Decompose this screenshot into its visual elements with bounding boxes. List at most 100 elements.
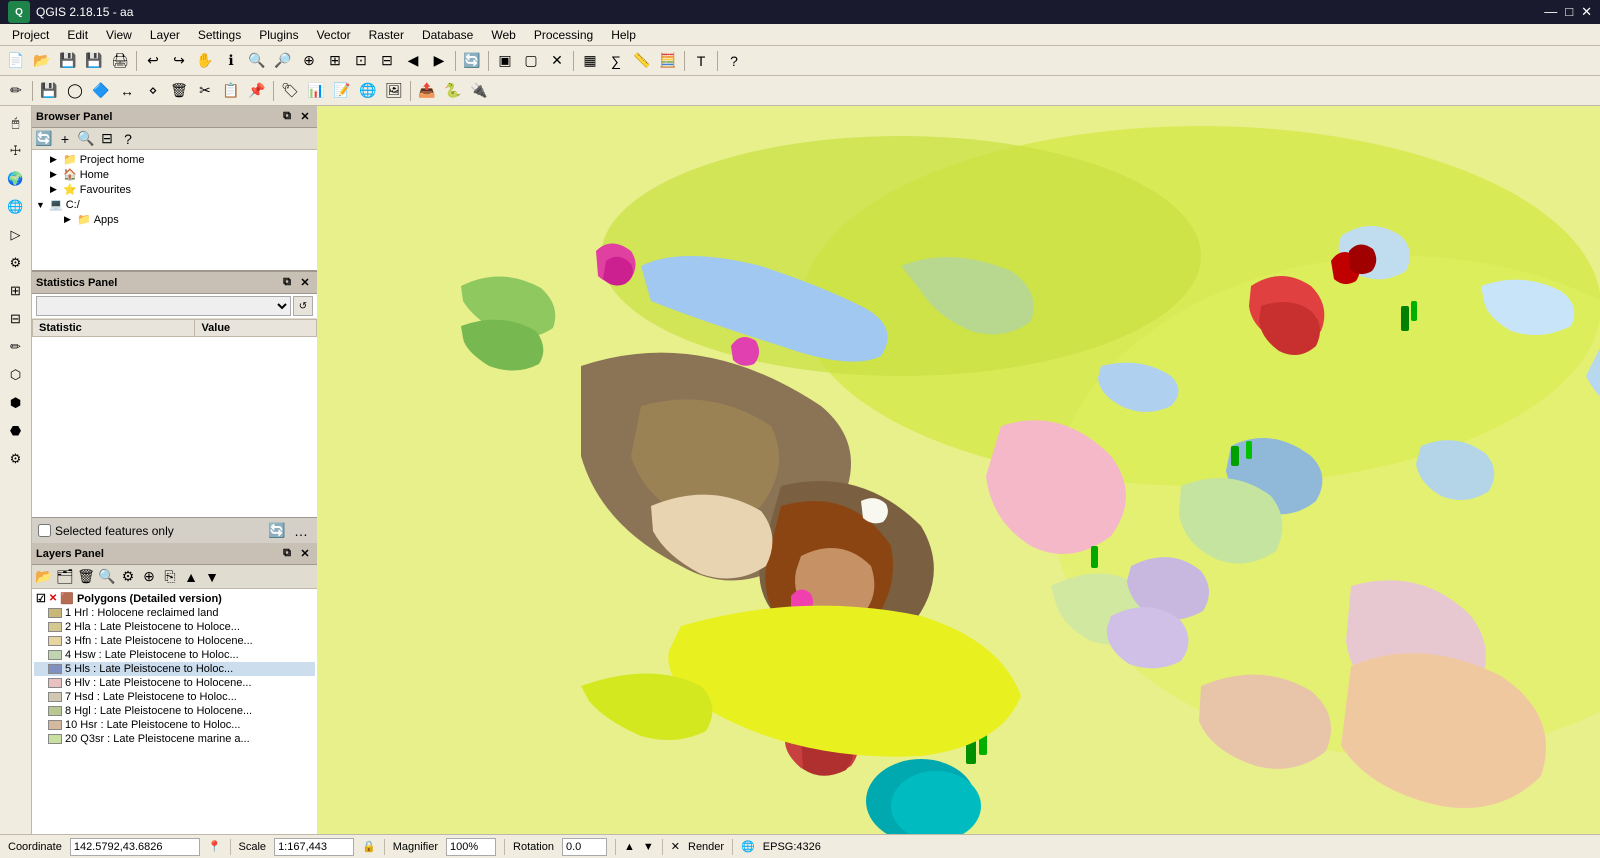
layer-item-7[interactable]: 7 Hsd : Late Pleistocene to Holoc...: [34, 690, 315, 704]
calculator-button[interactable]: 🧮: [656, 49, 680, 73]
stats-options-button[interactable]: …: [291, 521, 311, 541]
browser-item-favourites[interactable]: ▶ ⭐ Favourites: [36, 182, 313, 197]
select-feature-button[interactable]: ▣: [493, 49, 517, 73]
selected-features-checkbox[interactable]: [38, 524, 51, 537]
stats-field-select[interactable]: [36, 296, 291, 316]
layer-item-4[interactable]: 4 Hsw : Late Pleistocene to Holoc...: [34, 648, 315, 662]
menu-raster[interactable]: Raster: [361, 26, 412, 44]
select-rect-button[interactable]: ▢: [519, 49, 543, 73]
layer-item-6[interactable]: 6 Hlv : Late Pleistocene to Holocene...: [34, 676, 315, 690]
stats-close-icon[interactable]: ✕: [297, 275, 313, 291]
menu-layer[interactable]: Layer: [142, 26, 188, 44]
undo-button[interactable]: ↩: [141, 49, 165, 73]
statistics-button[interactable]: ∑: [604, 49, 628, 73]
print-button[interactable]: 🖨: [108, 49, 132, 73]
zoom-layer-button[interactable]: ⊞: [323, 49, 347, 73]
redo-button[interactable]: ↪: [167, 49, 191, 73]
browser-item-c[interactable]: ▼ 💻 C:/: [36, 197, 313, 212]
label-tool-button[interactable]: T: [689, 49, 713, 73]
open-project-button[interactable]: 📂: [30, 49, 54, 73]
minimize-button[interactable]: —: [1544, 4, 1557, 20]
map-area[interactable]: [317, 106, 1600, 834]
layer-item-20[interactable]: 20 Q3sr : Late Pleistocene marine a...: [34, 732, 315, 746]
layer-group-item[interactable]: ☑ ✕ 🟫 Polygons (Detailed version): [34, 591, 315, 606]
browser-filter-button[interactable]: 🔍: [76, 130, 96, 148]
browser-item-home[interactable]: ▶ 🏠 Home: [36, 167, 313, 182]
refresh-stats-button[interactable]: 🔄: [267, 521, 287, 541]
node-tool-button[interactable]: ⋄: [141, 79, 165, 103]
new-project-button[interactable]: 📄: [4, 49, 28, 73]
browser-close-icon[interactable]: ✕: [297, 109, 313, 125]
stats-float-icon[interactable]: ⧉: [279, 275, 295, 291]
menu-edit[interactable]: Edit: [59, 26, 96, 44]
zoom-selection-button[interactable]: ⊡: [349, 49, 373, 73]
select-tool-button[interactable]: ▷: [3, 222, 29, 248]
scale-input[interactable]: [274, 838, 354, 856]
menu-view[interactable]: View: [98, 26, 140, 44]
diagram-button[interactable]: 📊: [304, 79, 328, 103]
layer-up-button[interactable]: ▲: [181, 567, 201, 587]
zoom-next-button[interactable]: ▶: [427, 49, 451, 73]
browser-collapse-button[interactable]: ⊟: [97, 130, 117, 148]
pan-left-button[interactable]: ☩: [3, 138, 29, 164]
measure-button[interactable]: 📏: [630, 49, 654, 73]
menu-web[interactable]: Web: [483, 26, 523, 44]
coordinate-input[interactable]: [70, 838, 200, 856]
menu-plugins[interactable]: Plugins: [251, 26, 306, 44]
filter-layer-button[interactable]: 🔍: [97, 567, 117, 587]
zoom-in-button[interactable]: 🔍: [245, 49, 269, 73]
save-project-button[interactable]: 💾: [56, 49, 80, 73]
layer-props-button[interactable]: ⚙: [118, 567, 138, 587]
remove-layer-button[interactable]: 🗑: [76, 567, 96, 587]
tool11-button[interactable]: ⬣: [3, 418, 29, 444]
add-layer-button[interactable]: 🗂: [55, 567, 75, 587]
csv-import-button[interactable]: 📤: [415, 79, 439, 103]
refresh-button[interactable]: 🔄: [460, 49, 484, 73]
zoom-full-button[interactable]: ⊕: [297, 49, 321, 73]
zoom-full2-button[interactable]: 🌍: [3, 166, 29, 192]
tool10-button[interactable]: ⬢: [3, 390, 29, 416]
layers-float-icon[interactable]: ⧉: [279, 546, 295, 562]
open-layer-button[interactable]: 📂: [34, 567, 54, 587]
zoom-to-layer-button[interactable]: ⊕: [139, 567, 159, 587]
magnifier-input[interactable]: [446, 838, 496, 856]
label-button[interactable]: 🏷: [278, 79, 302, 103]
menu-database[interactable]: Database: [414, 26, 481, 44]
close-button[interactable]: ✕: [1581, 4, 1592, 20]
browser-item-project-home[interactable]: ▶ 📁 Project home: [36, 152, 313, 167]
zoom-prev-button[interactable]: ◀: [401, 49, 425, 73]
touch-zoom-button[interactable]: 🖱: [3, 110, 29, 136]
rotation-input[interactable]: [562, 838, 607, 856]
tool8-button[interactable]: ✏: [3, 334, 29, 360]
layer-item-2[interactable]: 2 Hla : Late Pleistocene to Holoce...: [34, 620, 315, 634]
digitize-button[interactable]: ◯: [63, 79, 87, 103]
browser-add-button[interactable]: +: [55, 130, 75, 148]
save-as-button[interactable]: 💾: [82, 49, 106, 73]
html-annotation-button[interactable]: 🌐: [356, 79, 380, 103]
browser-float-icon[interactable]: ⧉: [279, 109, 295, 125]
add-feature-button[interactable]: 🔷: [89, 79, 113, 103]
layer-item-8[interactable]: 8 Hgl : Late Pleistocene to Holocene...: [34, 704, 315, 718]
delete-selected-button[interactable]: 🗑: [167, 79, 191, 103]
world-button[interactable]: 🌐: [3, 194, 29, 220]
tool7-button[interactable]: ⊟: [3, 306, 29, 332]
move-feature-button[interactable]: ↔: [115, 79, 139, 103]
svg-annotation-button[interactable]: 🖼: [382, 79, 406, 103]
browser-item-apps[interactable]: ▶ 📁 Apps: [36, 212, 313, 227]
browser-refresh-button[interactable]: 🔄: [34, 130, 54, 148]
layer-item-10[interactable]: 10 Hsr : Late Pleistocene to Holoc...: [34, 718, 315, 732]
pan-button[interactable]: ✋: [193, 49, 217, 73]
help-button[interactable]: ?: [722, 49, 746, 73]
identify-button[interactable]: ℹ: [219, 49, 243, 73]
deselect-all-button[interactable]: ✕: [545, 49, 569, 73]
annotation-button[interactable]: 📝: [330, 79, 354, 103]
copy-features-button[interactable]: 📋: [219, 79, 243, 103]
maximize-button[interactable]: □: [1565, 4, 1573, 20]
zoom-out-button[interactable]: 🔎: [271, 49, 295, 73]
save-edits-button[interactable]: 💾: [37, 79, 61, 103]
menu-project[interactable]: Project: [4, 26, 57, 44]
tool6-button[interactable]: ⊞: [3, 278, 29, 304]
layer-item-1[interactable]: 1 Hrl : Holocene reclaimed land: [34, 606, 315, 620]
duplicate-layer-button[interactable]: ⎘: [160, 567, 180, 587]
menu-help[interactable]: Help: [603, 26, 644, 44]
